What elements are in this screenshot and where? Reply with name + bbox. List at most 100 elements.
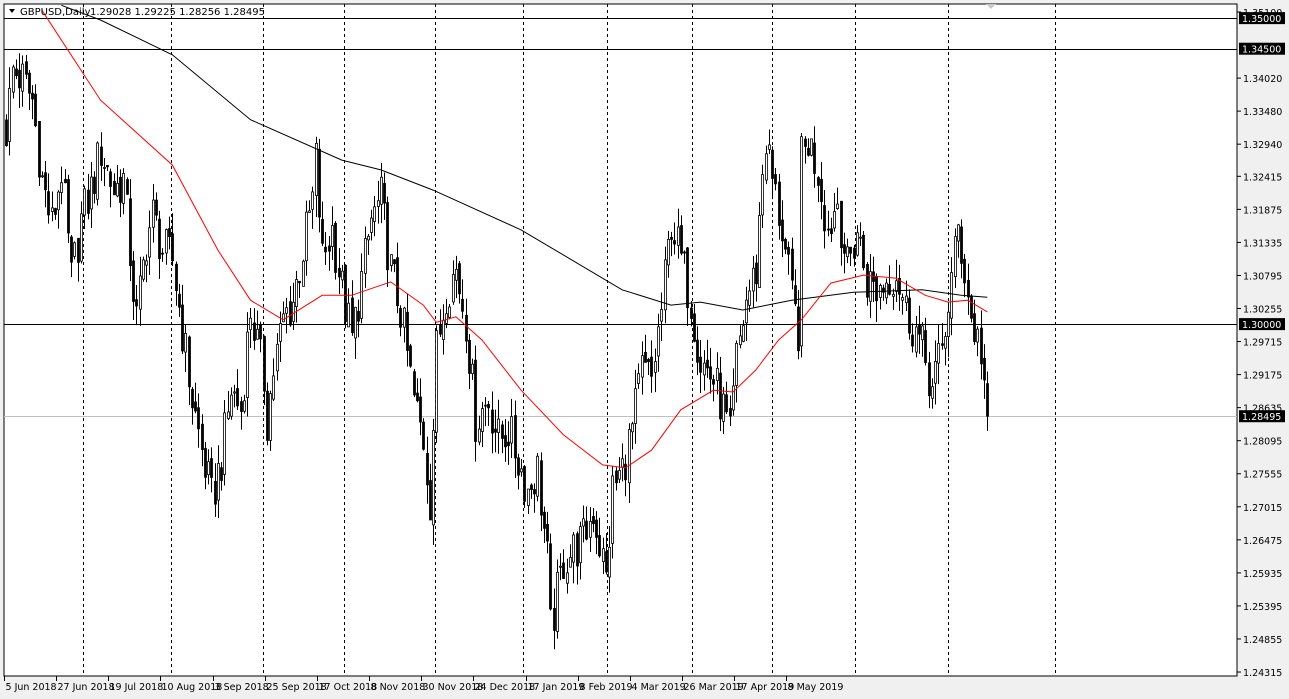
candle-body-down (523, 466, 526, 502)
candle-body-up (582, 518, 585, 527)
candle-body-up (360, 271, 363, 319)
candle-body-up (954, 236, 957, 278)
candle-body-up (272, 375, 275, 400)
candle-body-down (830, 228, 833, 234)
candle-body-up (915, 326, 918, 353)
candle-body-down (15, 68, 18, 77)
candle-body-down (87, 189, 90, 214)
candle (38, 121, 41, 186)
candle-body-up (621, 458, 624, 468)
candle-body-down (804, 138, 807, 147)
candle-body-up (579, 526, 582, 564)
y-tick-label: 1.32940 (1243, 140, 1282, 151)
candle-body-up (184, 332, 187, 353)
level-price-label: 1.34500 (1242, 45, 1281, 56)
candle-body-up (51, 207, 54, 212)
candle-body-down (504, 435, 507, 448)
candle-body-down (38, 121, 41, 178)
candle (549, 533, 552, 611)
candle-body-up (510, 416, 513, 444)
candle (862, 231, 865, 271)
candle-body-down (406, 311, 409, 351)
candle-body-down (106, 164, 109, 168)
candle-body-down (135, 299, 138, 307)
candle-body-down (100, 146, 103, 166)
candle-body-down (650, 356, 653, 377)
candle-body-down (755, 262, 758, 285)
candle-body-down (67, 179, 70, 234)
candle-body-up (60, 182, 63, 193)
candle (800, 133, 803, 358)
candle-body-up (8, 87, 11, 142)
candle-body-up (748, 290, 751, 306)
candle-body-down (823, 205, 826, 232)
candle-body-down (875, 276, 878, 302)
candle-body-up (148, 227, 151, 258)
candle-body-up (572, 534, 575, 563)
candle-body-down (357, 310, 360, 322)
candle-body-up (367, 235, 370, 241)
candle-body-down (214, 480, 217, 505)
candle-body-down (706, 359, 709, 369)
candle-body-up (341, 270, 344, 281)
candle-body-down (546, 524, 549, 542)
candle (223, 400, 226, 486)
candle-body-down (624, 463, 627, 481)
x-tick-label: 27 Jun 2018 (58, 682, 115, 693)
candle-body-down (334, 222, 337, 273)
candle-body-down (533, 489, 536, 495)
candle-body-up (739, 335, 742, 346)
candle-body-down (416, 392, 419, 402)
y-tick-label: 1.30255 (1243, 305, 1282, 316)
x-tick-label: 3 Sep 2018 (215, 682, 269, 693)
x-tick-label: 24 Dec 2018 (475, 682, 536, 693)
y-tick-label: 1.25395 (1243, 602, 1282, 613)
candle (413, 368, 416, 398)
candle-body-down (465, 314, 468, 342)
level-price-label: 1.35000 (1242, 14, 1281, 25)
candle-body-down (960, 226, 963, 264)
y-tick-label: 1.27555 (1243, 470, 1282, 481)
candle-body-up (83, 188, 86, 216)
candle-body-down (615, 470, 618, 484)
candle-body-up (279, 323, 282, 342)
candle-body-down (820, 178, 823, 203)
candle-body-up (256, 328, 259, 340)
candle-body-down (690, 307, 693, 319)
candle (96, 141, 99, 206)
candle-body-down (787, 246, 790, 255)
y-tick-label: 1.29175 (1243, 371, 1282, 382)
candle-body-up (364, 238, 367, 274)
candle-body-up (282, 313, 285, 323)
candle-body-up (448, 306, 451, 318)
candle-body-down (458, 263, 461, 295)
candlestick-chart[interactable]: 1.351001.340201.334801.329401.324151.318… (0, 0, 1289, 699)
y-tick-label: 1.24315 (1243, 668, 1282, 679)
candle-body-down (109, 171, 112, 187)
candle-body-up (556, 571, 559, 632)
candle-body-down (719, 372, 722, 420)
candle-body-up (276, 343, 279, 372)
candle-body-up (660, 309, 663, 322)
candle-body-down (487, 404, 490, 409)
candle-body-up (497, 418, 500, 433)
candle-body-down (973, 313, 976, 342)
candle-body-up (481, 408, 484, 432)
candle-body-up (752, 267, 755, 292)
candle (536, 453, 539, 502)
candle-body-down (693, 313, 696, 342)
candle-body-down (686, 247, 689, 309)
candle-body-up (631, 423, 634, 433)
candle-body-down (729, 407, 732, 417)
candle-body-down (530, 484, 533, 490)
candle-body-up (403, 307, 406, 328)
candle (422, 418, 425, 451)
candle-body-down (827, 228, 830, 231)
candle-body-up (455, 268, 458, 281)
candle-body-down (549, 543, 552, 610)
candle-body-down (197, 407, 200, 430)
candle-body-up (380, 176, 383, 205)
candle-body-up (768, 144, 771, 150)
candle-body-up (347, 302, 350, 328)
candle-body-down (517, 457, 520, 476)
